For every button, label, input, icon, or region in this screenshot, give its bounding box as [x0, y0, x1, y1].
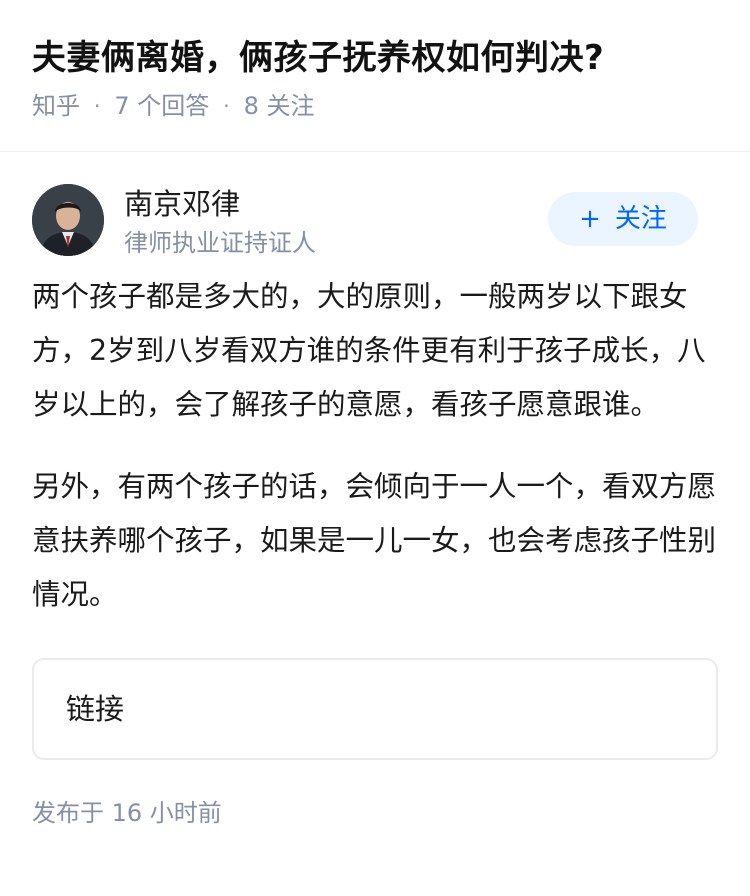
author-info: 南京邓律 律师执业证持证人	[124, 186, 316, 260]
author-row: 南京邓律 律师执业证持证人 + 关注	[0, 184, 750, 302]
source-label[interactable]: 知乎	[32, 88, 80, 124]
author-credential: 律师执业证持证人	[124, 229, 316, 257]
avatar[interactable]	[32, 184, 104, 256]
link-card[interactable]: 链接	[32, 658, 718, 760]
meta-separator: ·	[223, 94, 230, 118]
question-meta: 知乎 · 7 个回答 · 8 关注	[32, 88, 718, 124]
avatar-image	[32, 184, 104, 256]
question-header: 夫妻俩离婚，俩孩子抚养权如何判决? 知乎 · 7 个回答 · 8 关注	[0, 0, 750, 152]
follow-button[interactable]: + 关注	[548, 192, 698, 246]
meta-separator: ·	[94, 94, 101, 118]
follower-count: 8 关注	[243, 92, 315, 120]
publish-time: 发布于 16 小时前	[32, 799, 222, 827]
answer-paragraph: 另外，有两个孩子的话，会倾向于一人一个，看双方愿意扶养哪个孩子，如果是一儿一女，…	[32, 470, 717, 611]
answer-page: 夫妻俩离婚，俩孩子抚养权如何判决? 知乎 · 7 个回答 · 8 关注 南京邓律…	[0, 0, 750, 896]
answer-count[interactable]: 7 个回答	[114, 88, 209, 124]
author-name[interactable]: 南京邓律	[124, 186, 316, 222]
follow-label: 关注	[614, 204, 667, 234]
plus-icon: +	[579, 204, 601, 234]
answer-content: 两个孩子都是多大的，大的原则，一般两岁以下跟女方，2岁到八岁看双方谁的条件更有利…	[0, 270, 750, 622]
question-title[interactable]: 夫妻俩离婚，俩孩子抚养权如何判决?	[32, 34, 718, 82]
